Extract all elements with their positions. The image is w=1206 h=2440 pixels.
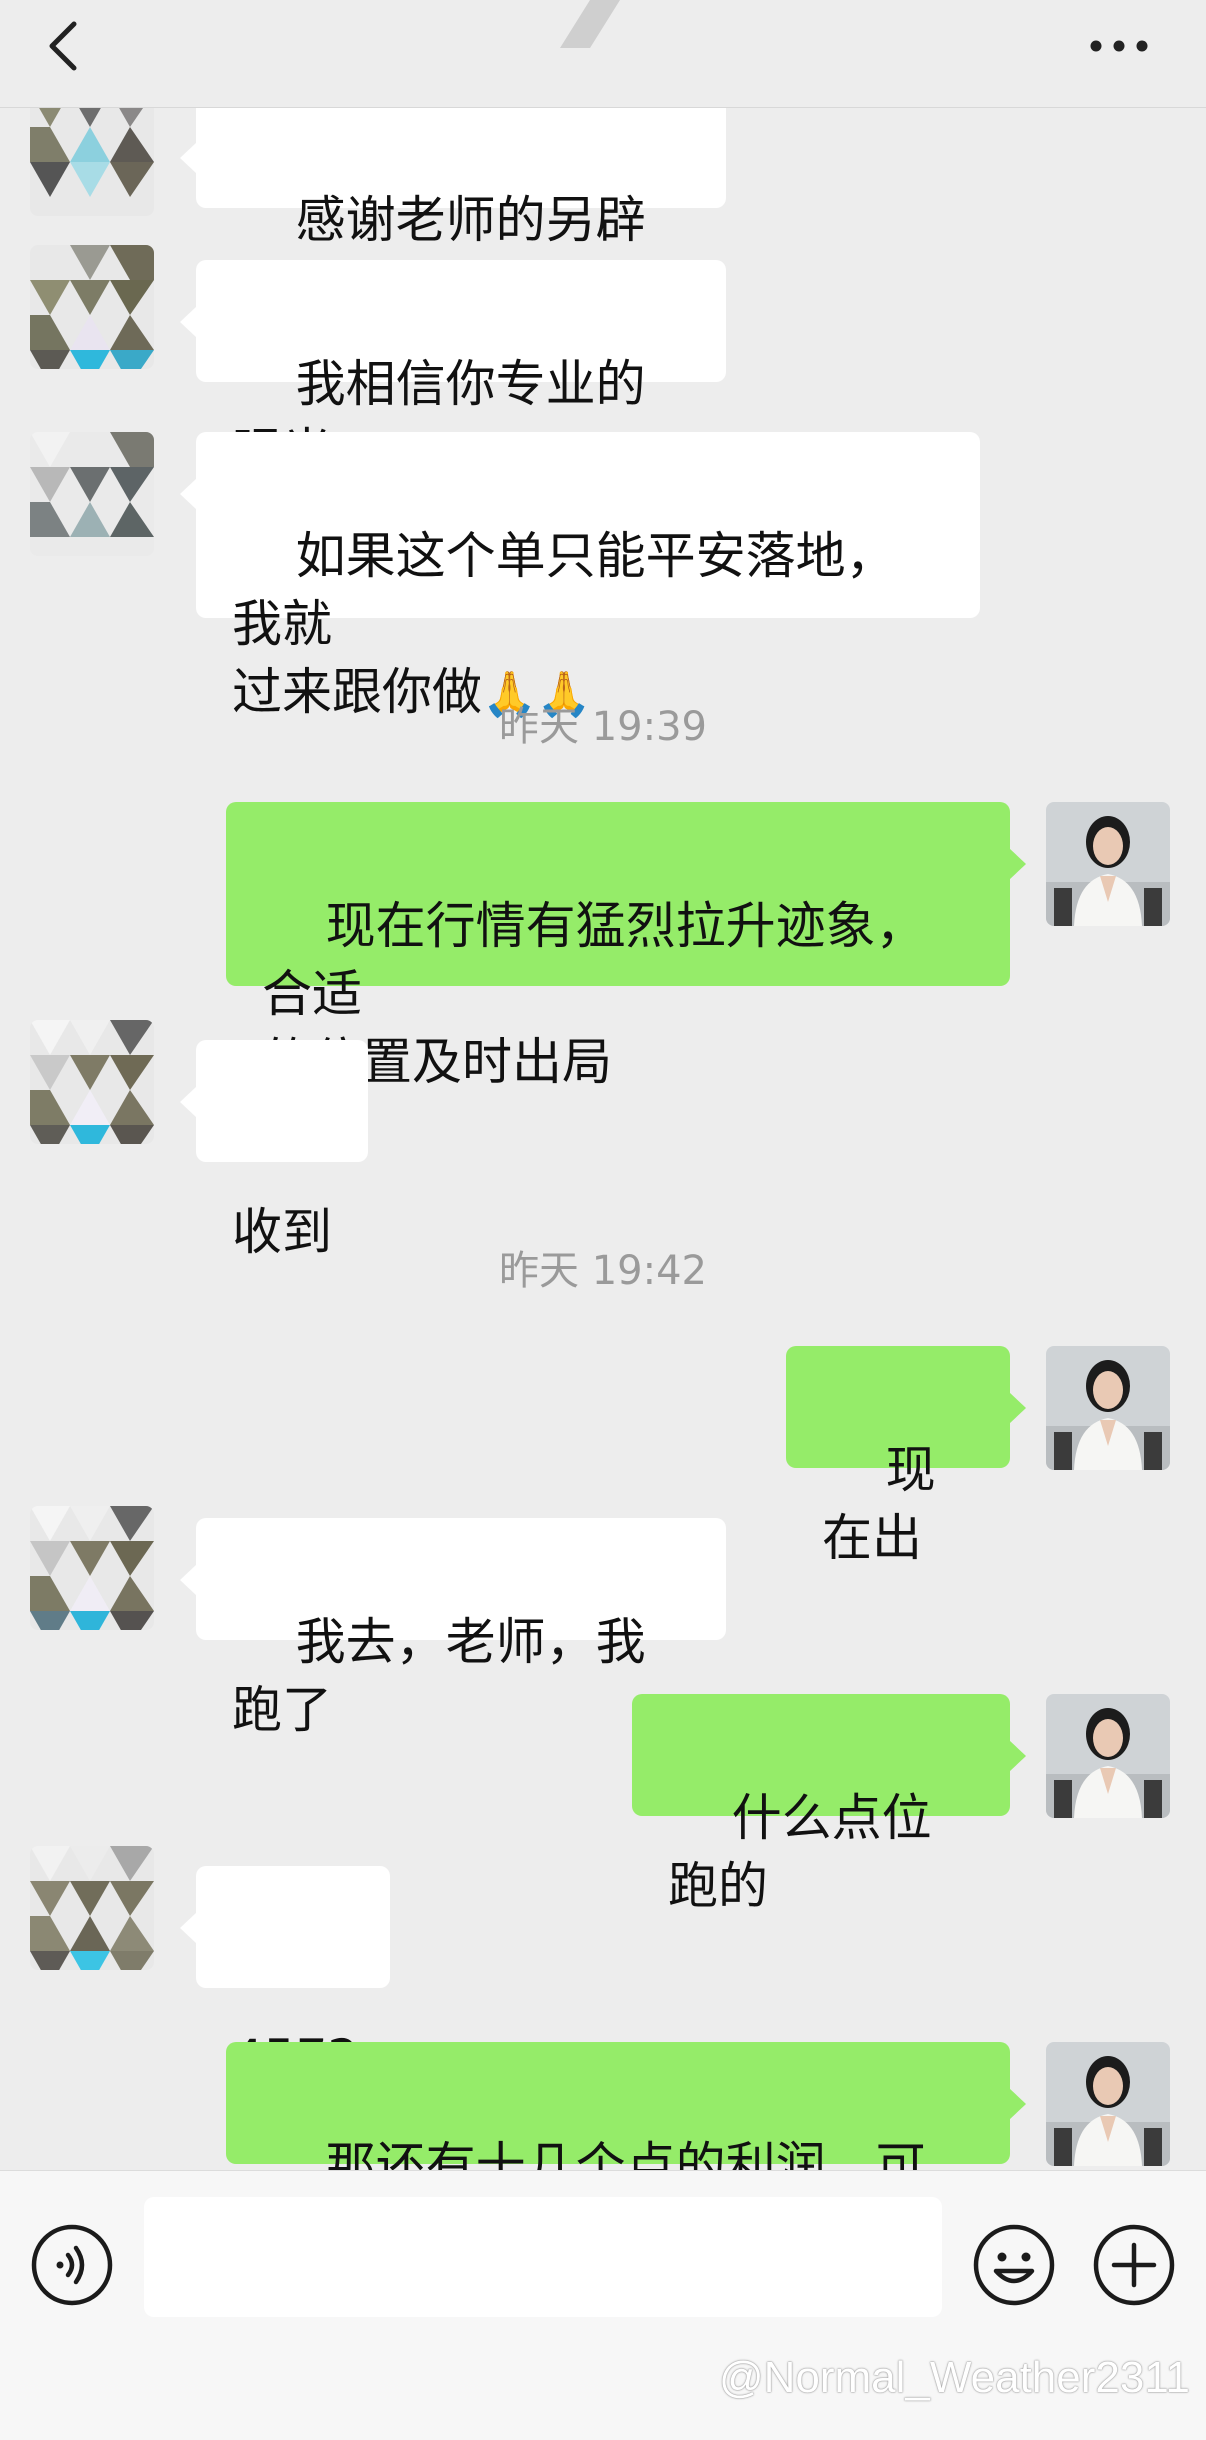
plus-icon[interactable]: [1092, 2223, 1176, 2307]
my-avatar[interactable]: [1046, 1694, 1170, 1818]
chevron-left-icon[interactable]: [42, 18, 90, 74]
message-input[interactable]: [144, 2197, 942, 2317]
message-text: 什么点位跑的: [668, 1789, 932, 1915]
input-bar: @Normal_Weather2311: [0, 2170, 1206, 2440]
contact-avatar[interactable]: [30, 432, 154, 556]
message-bubble-outgoing[interactable]: 现在出: [786, 1346, 1026, 1567]
chat-screen: 感谢老师的另辟蹊径 我相信你专业的眼光: [0, 0, 1206, 2440]
mosaic-decoration: [560, 0, 620, 48]
message-bubble-outgoing[interactable]: 现在行情有猛烈拉升迹象，合适 的位置及时出局: [226, 802, 1026, 1091]
timestamp: 昨天 19:39: [499, 704, 707, 750]
voice-icon[interactable]: [30, 2223, 114, 2307]
more-dots-icon[interactable]: [1086, 28, 1152, 64]
contact-avatar[interactable]: [30, 1020, 154, 1144]
message-bubble-incoming[interactable]: 我相信你专业的眼光: [180, 260, 726, 481]
timestamp: 昨天 19:42: [499, 1248, 707, 1294]
message-text: 现在出: [822, 1441, 936, 1567]
contact-avatar[interactable]: [30, 1846, 154, 1970]
smile-icon[interactable]: [972, 2223, 1056, 2307]
message-bubble-incoming[interactable]: 我去，老师，我跑了: [180, 1518, 726, 1739]
message-bubble-outgoing[interactable]: 什么点位跑的: [632, 1694, 1026, 1915]
top-bar: [0, 0, 1206, 108]
message-bubble-incoming[interactable]: 收到: [180, 1040, 368, 1261]
watermark: @Normal_Weather2311: [718, 2353, 1190, 2402]
message-bubble-outgoing[interactable]: 那还有十几个点的利润，可以的: [226, 2042, 1026, 2263]
my-avatar[interactable]: [1046, 1346, 1170, 1470]
message-bubble-incoming[interactable]: 4572: [180, 1866, 390, 2087]
message-bubble-incoming[interactable]: 如果这个单只能平安落地，我就 过来跟你做🙏🙏: [180, 432, 980, 721]
contact-avatar[interactable]: [30, 1506, 154, 1630]
my-avatar[interactable]: [1046, 2042, 1170, 2166]
contact-avatar[interactable]: [30, 245, 154, 369]
contact-avatar[interactable]: [30, 92, 154, 216]
my-avatar[interactable]: [1046, 802, 1170, 926]
message-text: 我去，老师，我跑了: [232, 1613, 646, 1739]
message-bubble-incoming[interactable]: 感谢老师的另辟蹊径: [180, 96, 726, 317]
